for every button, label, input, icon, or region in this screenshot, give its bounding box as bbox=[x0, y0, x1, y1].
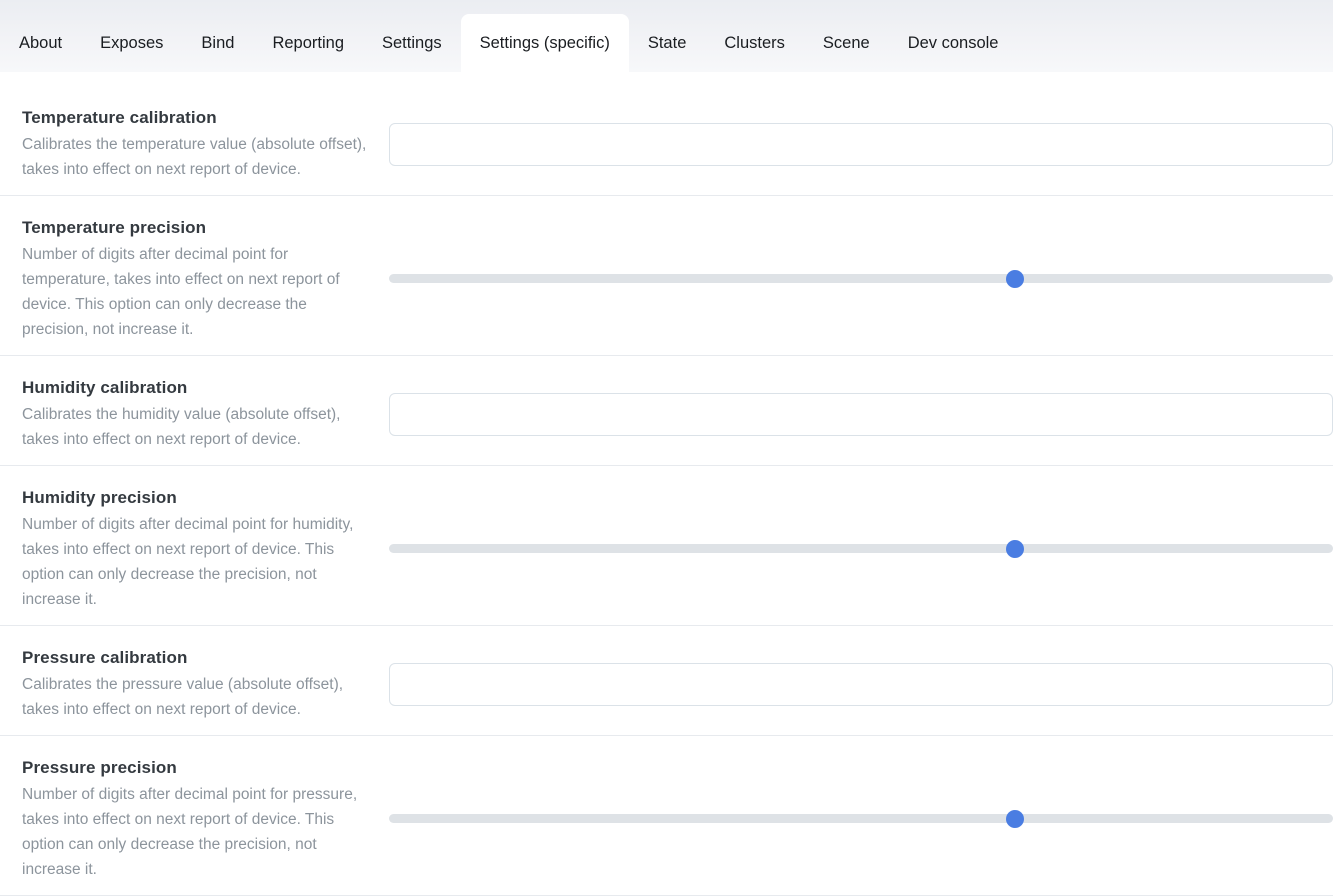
pressure-precision-slider[interactable] bbox=[389, 810, 1333, 828]
setting-row-pressure-precision: Pressure precision Number of digits afte… bbox=[0, 736, 1333, 896]
setting-info: Humidity calibration Calibrates the humi… bbox=[22, 376, 367, 452]
setting-title: Temperature calibration bbox=[22, 108, 217, 127]
tab-scene[interactable]: Scene bbox=[804, 14, 889, 72]
temperature-precision-slider[interactable] bbox=[389, 270, 1333, 288]
setting-row-temperature-precision: Temperature precision Number of digits a… bbox=[0, 196, 1333, 356]
pressure-calibration-input[interactable] bbox=[389, 662, 1333, 706]
tab-state[interactable]: State bbox=[629, 14, 706, 72]
tab-settings[interactable]: Settings bbox=[363, 14, 461, 72]
slider-track bbox=[389, 814, 1333, 823]
tab-bind[interactable]: Bind bbox=[182, 14, 253, 72]
tab-reporting[interactable]: Reporting bbox=[253, 14, 363, 72]
setting-description: Calibrates the pressure value (absolute … bbox=[22, 676, 344, 718]
setting-control bbox=[389, 662, 1333, 706]
setting-row-temperature-calibration: Temperature calibration Calibrates the t… bbox=[0, 86, 1333, 196]
setting-title: Pressure calibration bbox=[22, 648, 188, 667]
setting-title: Temperature precision bbox=[22, 218, 207, 237]
setting-control bbox=[389, 810, 1333, 828]
slider-track bbox=[389, 544, 1333, 553]
setting-info: Pressure calibration Calibrates the pres… bbox=[22, 646, 367, 722]
settings-specific-panel: Temperature calibration Calibrates the t… bbox=[0, 72, 1333, 896]
humidity-precision-slider[interactable] bbox=[389, 540, 1333, 558]
setting-info: Temperature calibration Calibrates the t… bbox=[22, 106, 367, 182]
setting-title: Humidity calibration bbox=[22, 378, 188, 397]
setting-row-humidity-calibration: Humidity calibration Calibrates the humi… bbox=[0, 356, 1333, 466]
setting-description: Calibrates the temperature value (absolu… bbox=[22, 136, 367, 178]
setting-title: Pressure precision bbox=[22, 758, 177, 777]
setting-control bbox=[389, 540, 1333, 558]
tab-exposes[interactable]: Exposes bbox=[81, 14, 182, 72]
humidity-calibration-input[interactable] bbox=[389, 392, 1333, 436]
tab-clusters[interactable]: Clusters bbox=[705, 14, 804, 72]
setting-description: Number of digits after decimal point for… bbox=[22, 516, 354, 608]
slider-thumb[interactable] bbox=[1006, 270, 1025, 288]
setting-description: Number of digits after decimal point for… bbox=[22, 786, 358, 878]
setting-info: Pressure precision Number of digits afte… bbox=[22, 756, 367, 882]
device-tab-bar: About Exposes Bind Reporting Settings Se… bbox=[0, 0, 1333, 72]
tab-settings-specific[interactable]: Settings (specific) bbox=[460, 14, 629, 72]
setting-control bbox=[389, 122, 1333, 166]
setting-info: Humidity precision Number of digits afte… bbox=[22, 486, 367, 612]
setting-row-pressure-calibration: Pressure calibration Calibrates the pres… bbox=[0, 626, 1333, 736]
temperature-calibration-input[interactable] bbox=[389, 122, 1333, 166]
tab-about[interactable]: About bbox=[0, 14, 81, 72]
setting-info: Temperature precision Number of digits a… bbox=[22, 216, 367, 342]
setting-control bbox=[389, 270, 1333, 288]
slider-thumb[interactable] bbox=[1006, 540, 1025, 558]
setting-title: Humidity precision bbox=[22, 488, 177, 507]
setting-control bbox=[389, 392, 1333, 436]
setting-description: Number of digits after decimal point for… bbox=[22, 246, 340, 338]
slider-track bbox=[389, 274, 1333, 283]
tab-dev-console[interactable]: Dev console bbox=[889, 14, 1018, 72]
setting-description: Calibrates the humidity value (absolute … bbox=[22, 406, 341, 448]
setting-row-humidity-precision: Humidity precision Number of digits afte… bbox=[0, 466, 1333, 626]
slider-thumb[interactable] bbox=[1006, 810, 1025, 828]
